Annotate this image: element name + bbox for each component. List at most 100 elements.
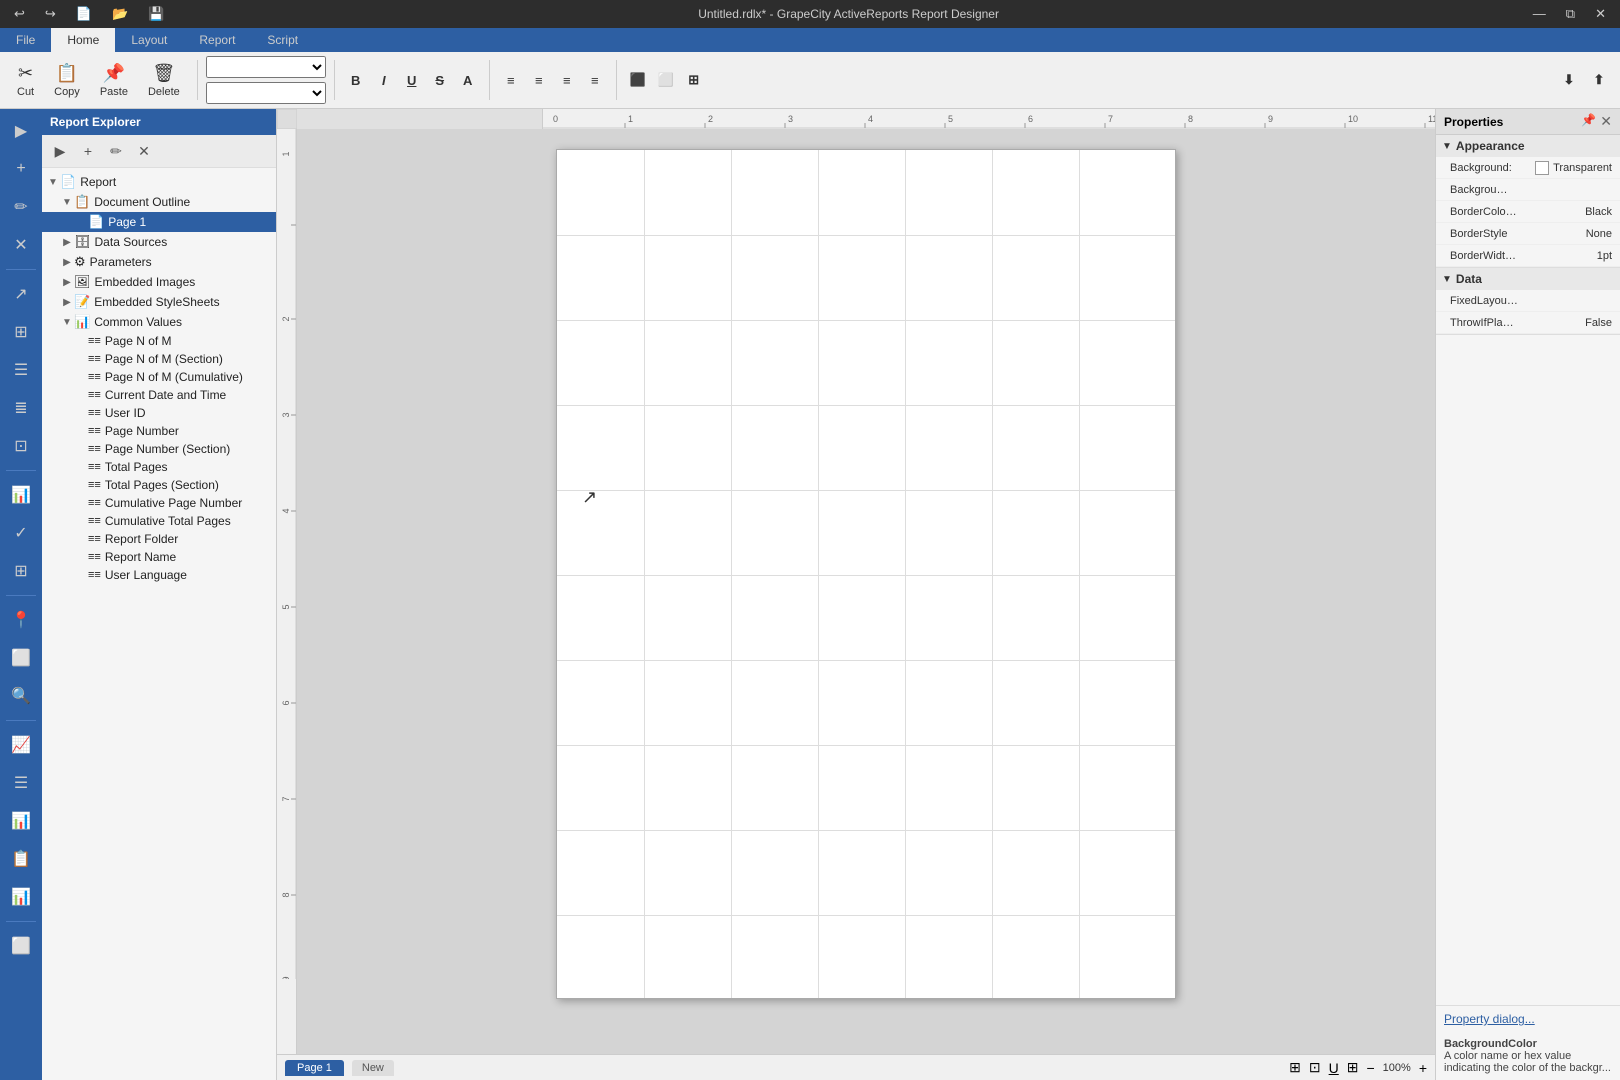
panel-close-btn[interactable]: ✕ — [1600, 113, 1612, 130]
color-btn[interactable]: A — [455, 67, 481, 93]
delete-btn[interactable]: 🗑Delete — [139, 58, 189, 103]
tool-5[interactable]: ⊡ — [3, 428, 39, 464]
copy-btn[interactable]: 📋Copy — [45, 58, 89, 103]
tree-datasources[interactable]: ▶ 🗄 Data Sources — [42, 232, 276, 252]
tree-report-name[interactable]: ≡≡ Report Name — [42, 548, 276, 566]
tree-page1[interactable]: 📄 Page 1 — [42, 212, 276, 232]
align-justify-btn[interactable]: ≡ — [582, 67, 608, 93]
arrow-report[interactable]: ▼ — [46, 177, 60, 188]
align-left-btn[interactable]: ≡ — [498, 67, 524, 93]
export-btn[interactable]: ⬆ — [1586, 67, 1612, 93]
svg-text:9: 9 — [281, 976, 291, 979]
appearance-section-header[interactable]: ▼ Appearance — [1436, 135, 1620, 157]
minimize-btn[interactable]: — — [1527, 4, 1552, 24]
tool-7[interactable]: ✓ — [3, 515, 39, 551]
tool-13[interactable]: ☰ — [3, 765, 39, 801]
cut-btn[interactable]: ✂Cut — [8, 58, 43, 103]
page-canvas[interactable] — [556, 149, 1176, 999]
page-tab-1[interactable]: Page 1 — [285, 1060, 344, 1076]
italic-btn[interactable]: I — [371, 67, 397, 93]
border-outside-btn[interactable]: ⬜ — [653, 67, 679, 93]
border-all-btn[interactable]: ⬛ — [625, 67, 651, 93]
arrow-embedded-images[interactable]: ▶ — [60, 277, 74, 288]
tab-script[interactable]: Script — [251, 28, 314, 52]
tree-cumulative-page-number[interactable]: ≡≡ Cumulative Page Number — [42, 494, 276, 512]
tree-total-pages-section[interactable]: ≡≡ Total Pages (Section) — [42, 476, 276, 494]
tab-file[interactable]: File — [0, 28, 51, 52]
tree-page-number-section[interactable]: ≡≡ Page Number (Section) — [42, 440, 276, 458]
pointer-btn[interactable]: ↗ — [3, 276, 39, 312]
arrow-parameters[interactable]: ▶ — [60, 257, 74, 268]
arrow-doc-outline[interactable]: ▼ — [60, 197, 74, 208]
new-btn[interactable]: 📄 — [70, 4, 98, 24]
tool-8[interactable]: ⊞ — [3, 553, 39, 589]
import-btn[interactable]: ⬇ — [1556, 67, 1582, 93]
tool-2[interactable]: ⊞ — [3, 314, 39, 350]
tool-16[interactable]: 📊 — [3, 879, 39, 915]
tab-layout[interactable]: Layout — [115, 28, 183, 52]
tree-total-pages[interactable]: ≡≡ Total Pages — [42, 458, 276, 476]
undo-btn[interactable]: ↩ — [8, 4, 31, 24]
run-btn[interactable]: ▶ — [3, 113, 39, 149]
tree-embedded-stylesheets[interactable]: ▶ 📝 Embedded StyleSheets — [42, 292, 276, 312]
exp-edit-btn[interactable]: ✏ — [104, 139, 128, 163]
tool-12[interactable]: 📈 — [3, 727, 39, 763]
zoom-minus[interactable]: − — [1366, 1060, 1374, 1076]
tree-embedded-images[interactable]: ▶ 🖼 Embedded Images — [42, 272, 276, 292]
save-btn[interactable]: 💾 — [142, 4, 170, 24]
align-right-btn[interactable]: ≡ — [554, 67, 580, 93]
tree-parameters[interactable]: ▶ ⚙ Parameters — [42, 252, 276, 272]
delete-item-btn[interactable]: ✕ — [3, 227, 39, 263]
border-inside-btn[interactable]: ⊞ — [681, 67, 707, 93]
bold-btn[interactable]: B — [343, 67, 369, 93]
embedded-stylesheets-label: Embedded StyleSheets — [94, 295, 219, 309]
tree-common-values[interactable]: ▼ 📊 Common Values — [42, 312, 276, 332]
font-size-select[interactable] — [206, 82, 326, 104]
tool-11[interactable]: 🔍 — [3, 678, 39, 714]
arrow-datasources[interactable]: ▶ — [60, 237, 74, 248]
strikethrough-btn[interactable]: S — [427, 67, 453, 93]
tool-6[interactable]: 📊 — [3, 477, 39, 513]
tool-4[interactable]: ≣ — [3, 390, 39, 426]
tree-user-id[interactable]: ≡≡ User ID — [42, 404, 276, 422]
canvas-scroll[interactable]: ↗ — [297, 129, 1435, 1054]
tree-cumulative-total-pages[interactable]: ≡≡ Cumulative Total Pages — [42, 512, 276, 530]
tab-report[interactable]: Report — [183, 28, 251, 52]
tree-page-n-of-m-cumulative[interactable]: ≡≡ Page N of M (Cumulative) — [42, 368, 276, 386]
tree-user-language[interactable]: ≡≡ User Language — [42, 566, 276, 584]
close-btn[interactable]: ✕ — [1589, 4, 1612, 24]
edit-btn[interactable]: ✏ — [3, 189, 39, 225]
tool-15[interactable]: 📋 — [3, 841, 39, 877]
tree-doc-outline[interactable]: ▼ 📋 Document Outline — [42, 192, 276, 212]
paste-btn[interactable]: 📌Paste — [91, 58, 137, 103]
tree-report[interactable]: ▼ 📄 Report — [42, 172, 276, 192]
font-family-select[interactable] — [206, 56, 326, 78]
data-section-header[interactable]: ▼ Data — [1436, 268, 1620, 290]
tool-3[interactable]: ☰ — [3, 352, 39, 388]
tree-page-n-of-m-section[interactable]: ≡≡ Page N of M (Section) — [42, 350, 276, 368]
underline-btn[interactable]: U — [399, 67, 425, 93]
property-dialog-link[interactable]: Property dialog... — [1444, 1012, 1535, 1026]
open-btn[interactable]: 📂 — [106, 4, 134, 24]
tool-10[interactable]: ⬜ — [3, 640, 39, 676]
zoom-plus[interactable]: + — [1419, 1060, 1427, 1076]
exp-add-btn[interactable]: + — [76, 139, 100, 163]
tree-current-date-time[interactable]: ≡≡ Current Date and Time — [42, 386, 276, 404]
tab-home[interactable]: Home — [51, 28, 115, 52]
tool-17[interactable]: ⬜ — [3, 928, 39, 964]
tree-page-n-of-m[interactable]: ≡≡ Page N of M — [42, 332, 276, 350]
new-page-tab[interactable]: New — [352, 1060, 394, 1076]
exp-delete-btn[interactable]: ✕ — [132, 139, 156, 163]
align-center-btn[interactable]: ≡ — [526, 67, 552, 93]
tool-9[interactable]: 📍 — [3, 602, 39, 638]
redo-btn[interactable]: ↪ — [39, 4, 62, 24]
add-btn[interactable]: + — [3, 151, 39, 187]
restore-btn[interactable]: ⧉ — [1560, 4, 1581, 24]
tool-14[interactable]: 📊 — [3, 803, 39, 839]
arrow-common-values[interactable]: ▼ — [60, 317, 74, 328]
tree-report-folder[interactable]: ≡≡ Report Folder — [42, 530, 276, 548]
arrow-embedded-stylesheets[interactable]: ▶ — [60, 297, 74, 308]
exp-run-btn[interactable]: ▶ — [48, 139, 72, 163]
tree-page-number[interactable]: ≡≡ Page Number — [42, 422, 276, 440]
panel-pin-icon[interactable]: 📌 — [1581, 113, 1596, 130]
